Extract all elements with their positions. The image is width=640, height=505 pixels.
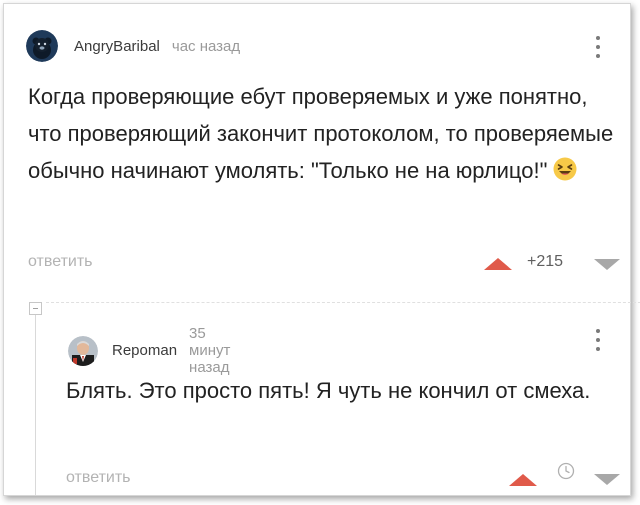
thread-line-vertical[interactable] bbox=[35, 315, 36, 495]
comment-header: Repoman 35 минут назад bbox=[68, 325, 230, 376]
clock-icon[interactable] bbox=[557, 462, 575, 480]
username[interactable]: Repoman bbox=[112, 342, 177, 359]
comment-time[interactable]: час назад bbox=[172, 38, 240, 55]
username[interactable]: AngryBaribal bbox=[74, 38, 160, 55]
upvote-icon[interactable] bbox=[509, 474, 537, 486]
thread-branch bbox=[29, 302, 640, 495]
comment-text: Блять. Это просто пять! Я чуть не кончил… bbox=[66, 378, 591, 403]
avatar[interactable] bbox=[26, 30, 58, 62]
more-options-icon[interactable] bbox=[592, 36, 604, 64]
comment-rating: +215 bbox=[527, 253, 564, 270]
comment-time[interactable]: 35 минут назад bbox=[189, 325, 230, 376]
comment-text: Когда проверяющие ебут проверяемых и уже… bbox=[28, 78, 624, 189]
comments-panel: AngryBaribal час назад Когда проверяющие… bbox=[3, 3, 640, 496]
avatar[interactable] bbox=[68, 335, 98, 366]
downvote-icon[interactable] bbox=[594, 474, 620, 485]
bear-avatar-icon bbox=[26, 30, 58, 62]
laughing-emoji-icon bbox=[553, 157, 577, 181]
comment-text-content: Когда проверяющие ебут проверяемых и уже… bbox=[28, 84, 614, 183]
collapse-thread-icon[interactable] bbox=[29, 302, 42, 315]
more-options-icon[interactable] bbox=[592, 329, 604, 357]
upvote-icon[interactable] bbox=[484, 258, 512, 270]
person-avatar-icon bbox=[68, 335, 98, 366]
reply-link[interactable]: ответить bbox=[28, 253, 93, 271]
comment-header: AngryBaribal час назад bbox=[26, 30, 240, 62]
downvote-icon[interactable] bbox=[594, 259, 620, 270]
reply-link[interactable]: ответить bbox=[66, 469, 131, 487]
thread-divider bbox=[46, 302, 640, 304]
